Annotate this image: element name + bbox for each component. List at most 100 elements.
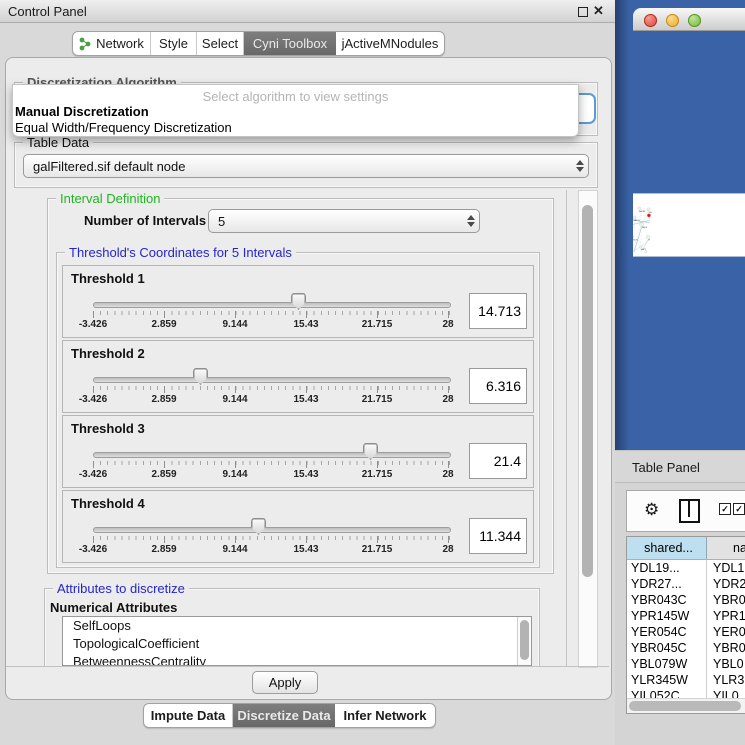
table-row[interactable]: YER054CYER0 <box>627 624 745 640</box>
cell[interactable]: YBL079W <box>627 656 707 672</box>
node-gal80[interactable] <box>638 207 641 210</box>
main-scrollbar[interactable] <box>578 190 598 668</box>
apply-button-label: Apply <box>269 675 302 690</box>
tick-label: -3.426 <box>79 319 107 330</box>
table-row[interactable]: YLR345WYLR3 <box>627 672 745 688</box>
checkbox-icon[interactable]: ✓ <box>719 503 731 515</box>
apply-button[interactable]: Apply <box>252 671 318 694</box>
column-header-shared-name[interactable]: shared... <box>627 537 707 559</box>
numerical-attributes-list[interactable]: SelfLoops TopologicalCoefficient Between… <box>62 616 532 666</box>
gear-icon[interactable]: ⚙ <box>644 500 659 520</box>
node-gal11[interactable] <box>633 216 636 219</box>
tab-cyni-toolbox[interactable]: Cyni Toolbox <box>244 32 336 55</box>
slider-track[interactable] <box>93 302 451 308</box>
float-window-icon[interactable] <box>578 7 588 17</box>
node-partial-bottom[interactable] <box>645 251 647 253</box>
tab-infer-network[interactable]: Infer Network <box>335 704 435 727</box>
cell[interactable]: YBR0 <box>707 592 745 608</box>
threshold-value-field[interactable]: 21.4 <box>469 443 527 479</box>
num-intervals-combo[interactable]: 5 <box>208 209 480 233</box>
tab-label: Cyni Toolbox <box>253 36 327 51</box>
table-h-scrollbar-thumb[interactable] <box>629 701 741 711</box>
list-scrollbar[interactable] <box>517 617 531 665</box>
table-row[interactable]: YDR27...YDR2 <box>627 576 745 592</box>
node-hap2[interactable] <box>639 246 641 248</box>
threshold-4-panel: Threshold 4 -3.426 2.859 9.144 15.43 21.… <box>62 490 534 563</box>
tick-label: 9.144 <box>222 469 247 480</box>
cell[interactable]: YER054C <box>627 624 707 640</box>
cell[interactable]: YBL0 <box>707 656 744 672</box>
cell[interactable]: YPR1 <box>707 608 745 624</box>
cell[interactable]: YLR3 <box>707 672 744 688</box>
algorithm-option-equal-width[interactable]: Equal Width/Frequency Discretization <box>15 120 232 135</box>
threshold-label: Threshold 1 <box>71 271 145 286</box>
cell[interactable]: YDL19... <box>627 560 707 576</box>
list-item[interactable]: BetweennessCentrality <box>63 653 531 666</box>
table-row[interactable]: YBL079WYBL0 <box>627 656 745 672</box>
tick-label: 15.43 <box>293 319 318 330</box>
node-h[interactable] <box>646 235 649 238</box>
table-data-group: Table Data galFiltered.sif default node <box>14 142 598 188</box>
slider-track[interactable] <box>93 452 451 458</box>
tab-discretize-data[interactable]: Discretize Data <box>233 704 335 727</box>
tab-jactivemnodules[interactable]: jActiveMNodules <box>336 32 444 55</box>
tab-network[interactable]: Network <box>73 32 151 55</box>
threshold-value-field[interactable]: 14.713 <box>469 293 527 329</box>
close-icon[interactable]: ✕ <box>593 3 604 19</box>
network-window: GAL80 GA GAL11 C GAL4 GCY1 H HAP2 <box>615 0 745 450</box>
tick-label: 9.144 <box>222 394 247 405</box>
network-window-titlebar[interactable] <box>633 8 745 31</box>
table-row[interactable]: YPR145WYPR1 <box>627 608 745 624</box>
cell[interactable]: YDR2 <box>707 576 745 592</box>
column-selector-icon[interactable] <box>679 499 700 523</box>
node-gal4[interactable] <box>640 223 644 227</box>
tab-label: Select <box>202 36 238 51</box>
table-panel: Table Panel ⚙ ✓ ✓ shared... na YDL19...Y… <box>615 450 745 745</box>
control-panel-tabs: Network Style Select Cyni Toolbox jActiv… <box>72 31 445 56</box>
slider-track[interactable] <box>93 527 451 533</box>
threshold-value-field[interactable]: 6.316 <box>469 368 527 404</box>
node-red-selected[interactable] <box>647 214 650 217</box>
cell[interactable]: YDR27... <box>627 576 707 592</box>
close-traffic-light-icon[interactable] <box>644 14 657 27</box>
table-h-scrollbar[interactable] <box>627 698 745 713</box>
table-panel-title: Table Panel <box>632 460 700 475</box>
cell[interactable]: YLR345W <box>627 672 707 688</box>
group-title: Threshold's Coordinates for 5 Intervals <box>65 245 296 260</box>
table-data-combo[interactable]: galFiltered.sif default node <box>23 154 589 178</box>
network-canvas[interactable]: GAL80 GA GAL11 C GAL4 GCY1 H HAP2 <box>633 30 745 420</box>
list-item[interactable]: TopologicalCoefficient <box>63 635 531 653</box>
cyni-bottom-tabs: Impute Data Discretize Data Infer Networ… <box>143 703 436 728</box>
cell[interactable]: YPR145W <box>627 608 707 624</box>
tick-label: 28 <box>442 544 453 555</box>
column-header-name[interactable]: na <box>707 537 745 559</box>
cell[interactable]: YER0 <box>707 624 745 640</box>
slider-track[interactable] <box>93 377 451 383</box>
cell[interactable]: YDL1 <box>707 560 744 576</box>
cell[interactable]: YBR045C <box>627 640 707 656</box>
cell[interactable]: YBR0 <box>707 640 745 656</box>
tick-label: 9.144 <box>222 544 247 555</box>
main-scrollbar-thumb[interactable] <box>582 205 593 577</box>
table-row[interactable]: YDL19...YDL1 <box>627 560 745 576</box>
stepper-icon <box>572 160 588 172</box>
algorithm-option-manual[interactable]: Manual Discretization <box>15 104 149 119</box>
list-scrollbar-thumb[interactable] <box>520 620 529 660</box>
list-item[interactable]: SelfLoops <box>63 617 531 635</box>
cell[interactable]: YBR043C <box>627 592 707 608</box>
tick-label: 9.144 <box>222 319 247 330</box>
tab-impute-data[interactable]: Impute Data <box>144 704 233 727</box>
table-row[interactable]: YBR045CYBR0 <box>627 640 745 656</box>
checkbox-icon[interactable]: ✓ <box>733 503 745 515</box>
threshold-value-field[interactable]: 11.344 <box>469 518 527 554</box>
tick-label: 28 <box>442 319 453 330</box>
tab-select[interactable]: Select <box>197 32 244 55</box>
slider-ticks <box>93 461 450 465</box>
tick-label: 21.715 <box>362 544 393 555</box>
num-intervals-label: Number of Intervals <box>84 213 206 228</box>
table-row[interactable]: YBR043CYBR0 <box>627 592 745 608</box>
minimize-traffic-light-icon[interactable] <box>666 14 679 27</box>
maximize-traffic-light-icon[interactable] <box>688 14 701 27</box>
node-partial-top-right[interactable] <box>647 208 650 211</box>
tab-style[interactable]: Style <box>151 32 197 55</box>
